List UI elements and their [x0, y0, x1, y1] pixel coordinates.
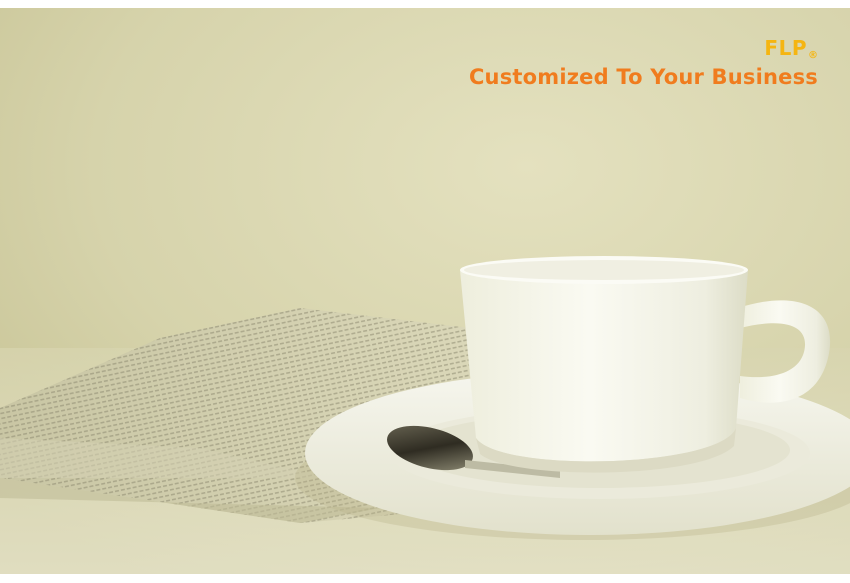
brand-block: FLP® Customized To Your Business	[469, 38, 818, 88]
brand-logo: FLP®	[469, 38, 818, 61]
brand-tagline: Customized To Your Business	[468, 65, 818, 89]
coffee-photo	[0, 8, 850, 574]
brand-name: FLP	[764, 36, 807, 60]
page: FLP® Customized To Your Business	[0, 0, 850, 583]
registered-mark: ®	[808, 50, 818, 61]
